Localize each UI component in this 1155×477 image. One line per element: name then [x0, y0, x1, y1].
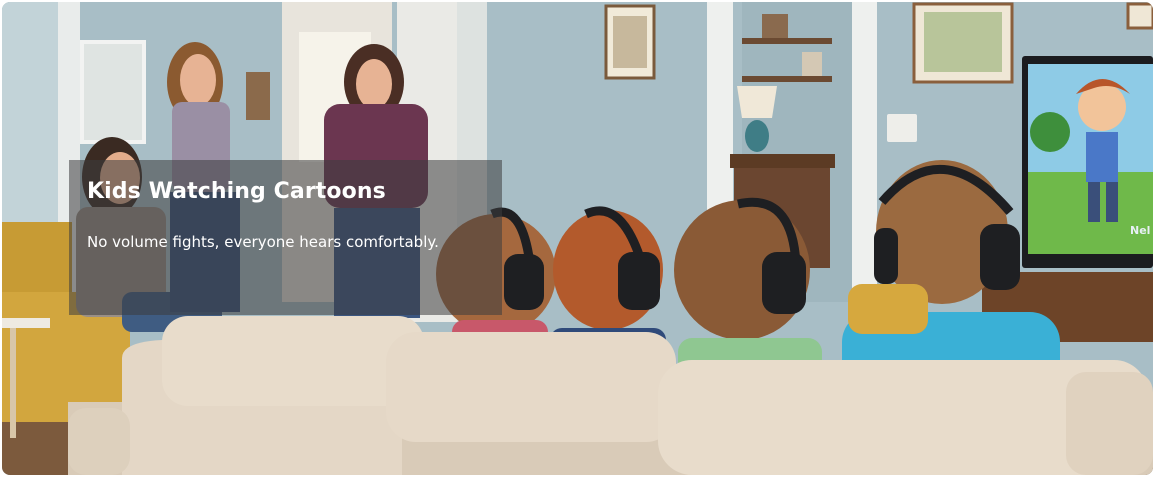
side-table — [730, 154, 835, 168]
hero-banner: Nel Kids Watching Cartoons No volume fig… — [2, 2, 1153, 475]
tv-screen-text: Nel — [1130, 224, 1150, 237]
slide-title: Kids Watching Cartoons — [87, 179, 386, 204]
caption-overlay: Kids Watching Cartoons No volume fights,… — [69, 160, 502, 315]
slide-caption: No volume fights, everyone hears comfort… — [87, 233, 439, 251]
lamp — [737, 86, 777, 118]
light-switch — [887, 114, 917, 142]
